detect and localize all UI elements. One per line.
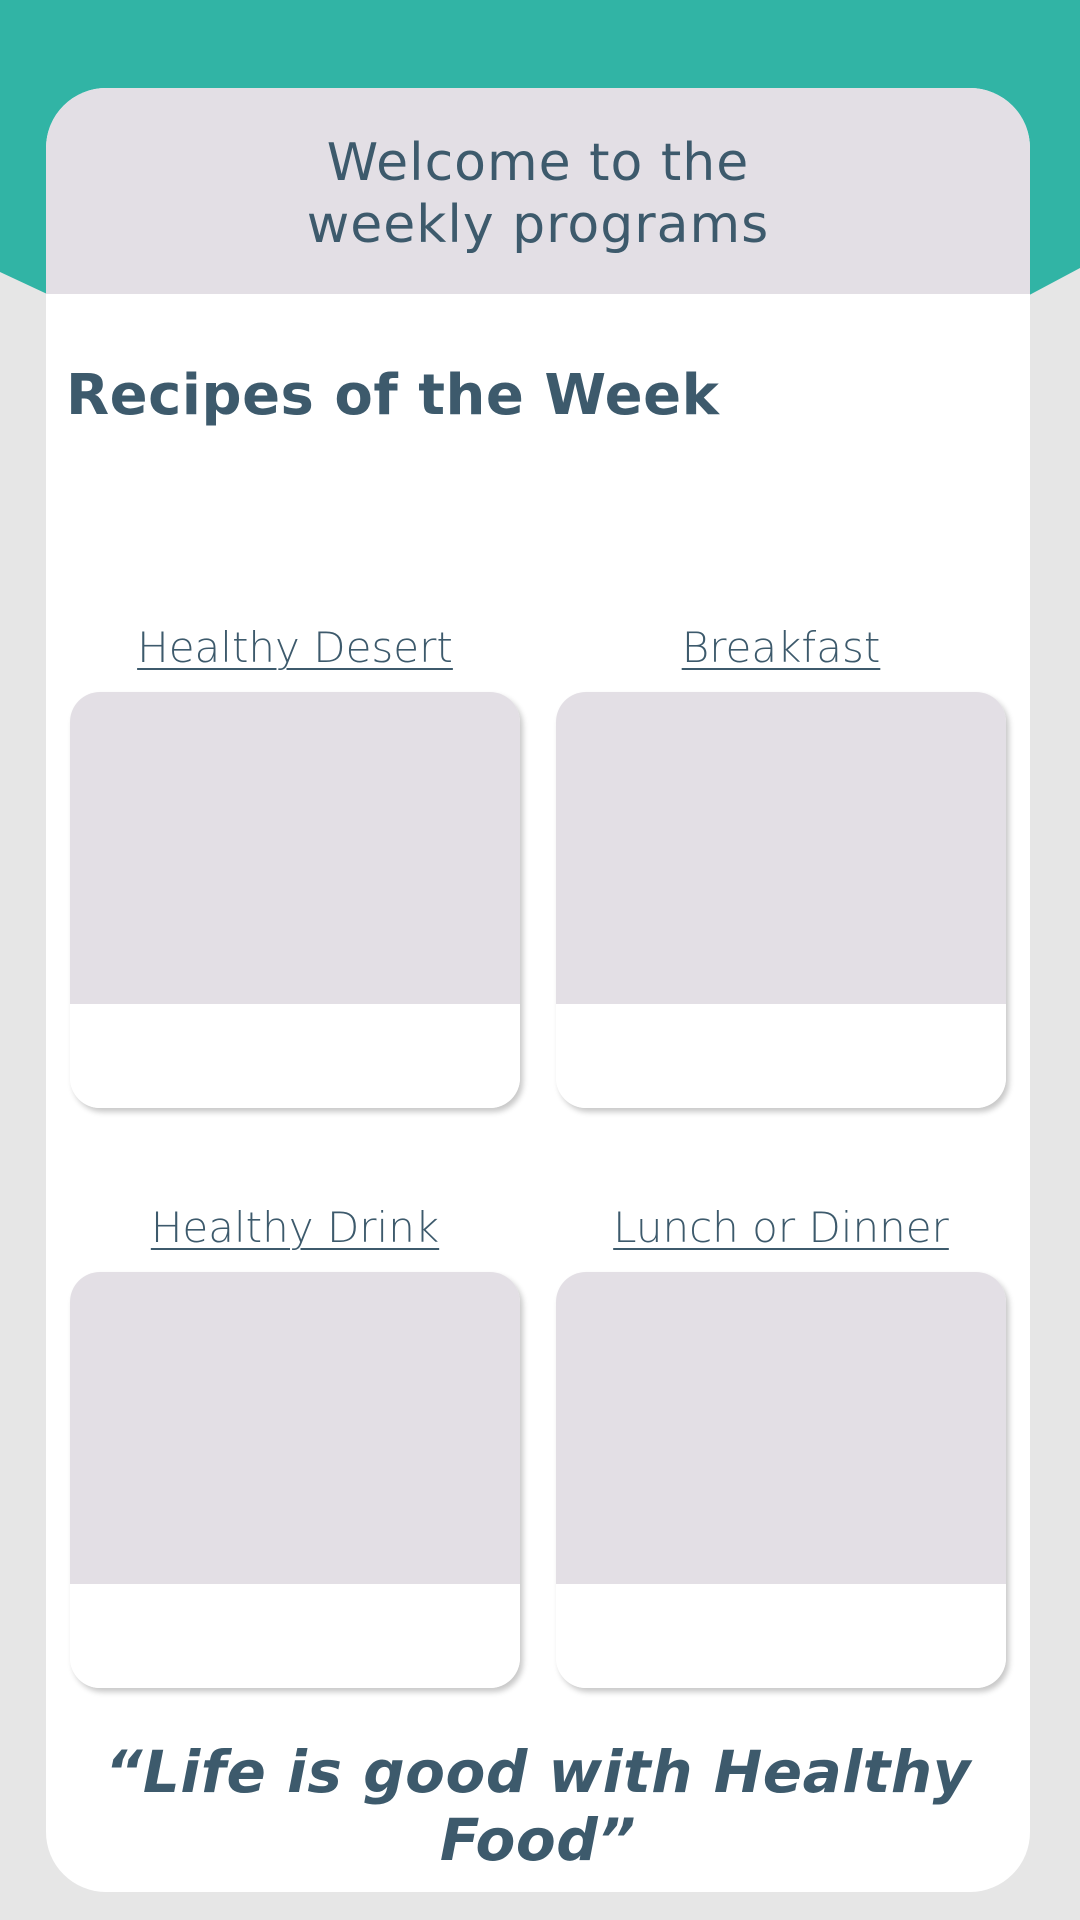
welcome-line-1: Welcome to the [326,133,750,193]
recipe-healthy-drink: Healthy Drink [70,1198,520,1688]
recipe-link-healthy-drink[interactable]: Healthy Drink [70,1198,520,1258]
recipe-link-breakfast[interactable]: Breakfast [556,618,1006,678]
recipe-card[interactable] [70,1272,520,1688]
recipe-card[interactable] [556,692,1006,1108]
recipe-breakfast: Breakfast [556,618,1006,1108]
section-title: Recipes of the Week [66,363,720,428]
recipe-image-placeholder [70,1272,520,1584]
recipe-lunch-or-dinner: Lunch or Dinner [556,1198,1006,1688]
recipe-card[interactable] [70,692,520,1108]
recipe-link-lunch-or-dinner[interactable]: Lunch or Dinner [556,1198,1006,1258]
recipe-card-footer [556,1584,1006,1688]
recipe-card-footer [70,1004,520,1108]
recipe-card[interactable] [556,1272,1006,1688]
recipe-card-footer [70,1584,520,1688]
welcome-banner: Welcome to the weekly programs [46,88,1030,294]
recipe-link-healthy-desert[interactable]: Healthy Desert [70,618,520,678]
main-card: Welcome to the weekly programs Recipes o… [46,88,1030,1892]
healthy-food-quote: “Life is good with Healthy Food” [105,1738,971,1874]
recipe-healthy-desert: Healthy Desert [70,618,520,1108]
welcome-line-2: weekly programs [306,195,770,255]
recipe-image-placeholder [556,1272,1006,1584]
recipe-image-placeholder [556,692,1006,1004]
welcome-title: Welcome to the weekly programs [258,132,818,256]
recipe-image-placeholder [70,692,520,1004]
recipe-card-footer [556,1004,1006,1108]
